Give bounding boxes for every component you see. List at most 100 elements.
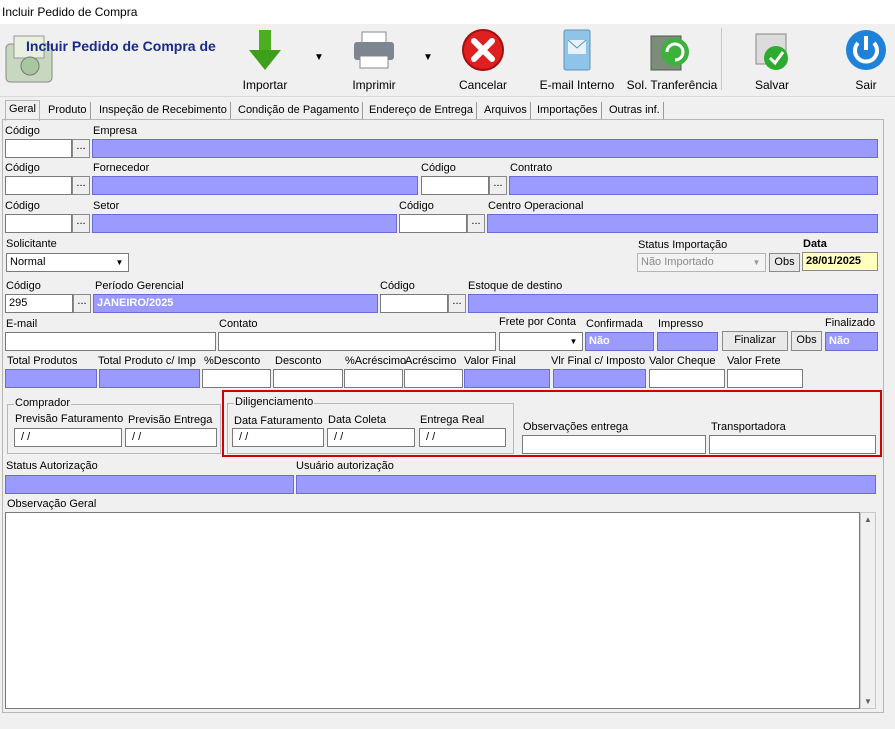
observacoes-entrega-label: Observações entrega: [523, 421, 629, 433]
tab-importacoes[interactable]: Importações: [534, 102, 602, 120]
fornecedor-label: Fornecedor: [93, 162, 150, 174]
observacao-scrollbar[interactable]: ▲ ▼: [860, 512, 876, 709]
valor-cheque-input[interactable]: [649, 369, 725, 388]
contrato-label: Contrato: [510, 162, 553, 174]
pct-desconto-input[interactable]: [202, 369, 271, 388]
print-button[interactable]: Imprimir: [340, 24, 408, 96]
contrato-lookup-button[interactable]: ...: [489, 176, 507, 195]
tab-geral[interactable]: Geral: [5, 100, 40, 121]
contrato-code-input[interactable]: [421, 176, 489, 195]
data-faturamento-label: Data Faturamento: [234, 415, 323, 427]
tab-condicao-pagamento[interactable]: Condição de Pagamento: [235, 102, 364, 120]
empresa-lookup-button[interactable]: ...: [72, 139, 90, 158]
finalizado-field: Não: [825, 332, 878, 351]
save-button[interactable]: Salvar: [740, 24, 804, 96]
total-produto-imp-label: Total Produto c/ Imp: [98, 355, 196, 367]
previsao-entrega-input[interactable]: / /: [125, 428, 217, 447]
setor-code-input[interactable]: [5, 214, 72, 233]
frete-select[interactable]: ▼: [499, 332, 583, 351]
transfer-icon: [650, 35, 689, 71]
empresa-code-input[interactable]: [5, 139, 72, 158]
total-produtos-field: [5, 369, 97, 388]
data-coleta-input[interactable]: / /: [327, 428, 415, 447]
comprador-title: Comprador: [14, 397, 72, 409]
centro-operacional-field: [487, 214, 878, 233]
import-button[interactable]: Importar: [235, 24, 295, 96]
vlr-final-imposto-field: [553, 369, 646, 388]
previsao-faturamento-input[interactable]: / /: [14, 428, 122, 447]
tab-produto[interactable]: Produto: [45, 102, 91, 120]
toolbar: Incluir Pedido de Compra de Importar ▼ I…: [0, 24, 895, 97]
print-dropdown-icon[interactable]: ▼: [423, 52, 433, 63]
contato-input[interactable]: [218, 332, 496, 351]
estoque-lookup-button[interactable]: ...: [448, 294, 466, 313]
acrescimo-input[interactable]: [404, 369, 463, 388]
import-dropdown-icon[interactable]: ▼: [314, 52, 324, 63]
pct-desconto-label: %Desconto: [204, 355, 261, 367]
email-button[interactable]: E-mail Interno: [536, 24, 618, 96]
estoque-destino-field: [468, 294, 878, 313]
confirmada-label: Confirmada: [586, 318, 643, 330]
status-importacao-label: Status Importação: [638, 239, 728, 251]
scroll-up-icon[interactable]: ▲: [864, 515, 872, 524]
transportadora-input[interactable]: [709, 435, 876, 454]
estoque-code-label: Código: [380, 280, 415, 292]
valor-frete-input[interactable]: [727, 369, 803, 388]
power-icon: [846, 30, 886, 70]
transfer-request-label: Sol. Tranferência: [626, 78, 718, 92]
periodo-code-label: Código: [6, 280, 41, 292]
observacao-geral-label: Observação Geral: [7, 498, 97, 510]
exit-button[interactable]: Sair: [836, 24, 895, 96]
fornecedor-lookup-button[interactable]: ...: [72, 176, 90, 195]
tab-outras-inf[interactable]: Outras inf.: [606, 102, 664, 120]
save-icon: [755, 33, 788, 70]
observacoes-entrega-input[interactable]: [522, 435, 706, 454]
entrega-real-input[interactable]: / /: [419, 428, 506, 447]
observacao-geral-textarea[interactable]: [5, 512, 860, 709]
empresa-field: [92, 139, 878, 158]
fornecedor-field: [92, 176, 418, 195]
frete-label: Frete por Conta: [499, 316, 577, 328]
data-field[interactable]: 28/01/2025: [802, 252, 878, 271]
scroll-down-icon[interactable]: ▼: [864, 697, 872, 706]
tab-endereco-entrega[interactable]: Endereço de Entrega: [366, 102, 477, 120]
contato-label: Contato: [219, 318, 258, 330]
centro-operacional-label: Centro Operacional: [488, 200, 584, 212]
cancel-button[interactable]: Cancelar: [452, 24, 514, 96]
periodo-lookup-button[interactable]: ...: [73, 294, 91, 313]
title-bar: Incluir Pedido de Compra: [0, 0, 895, 24]
periodo-code-input[interactable]: 295: [5, 294, 73, 313]
pct-acrescimo-label: %Acréscimo: [345, 355, 407, 367]
tab-inspecao[interactable]: Inspeção de Recebimento: [96, 102, 231, 120]
total-produtos-label: Total Produtos: [7, 355, 78, 367]
solicitante-select[interactable]: Normal ▼: [6, 253, 129, 272]
status-autorizacao-label: Status Autorização: [6, 460, 98, 472]
finalizar-button[interactable]: Finalizar: [722, 331, 788, 351]
desconto-input[interactable]: [273, 369, 343, 388]
status-obs-button[interactable]: Obs: [769, 253, 800, 272]
transfer-request-button[interactable]: Sol. Tranferência: [625, 24, 719, 96]
email-label-field: E-mail: [6, 318, 38, 330]
setor-field: [92, 214, 397, 233]
page-heading: Incluir Pedido de Compra de: [26, 38, 216, 54]
finalizado-obs-button[interactable]: Obs: [791, 331, 822, 351]
estoque-code-input[interactable]: [380, 294, 448, 313]
chevron-down-icon: ▼: [752, 258, 761, 267]
print-label: Imprimir: [352, 78, 396, 92]
vlr-final-imposto-label: Vlr Final c/ Imposto: [551, 355, 646, 367]
email-input[interactable]: [5, 332, 216, 351]
periodo-gerencial-label: Período Gerencial: [95, 280, 184, 292]
tab-arquivos[interactable]: Arquivos: [481, 102, 531, 120]
setor-lookup-button[interactable]: ...: [72, 214, 90, 233]
centro-lookup-button[interactable]: ...: [467, 214, 485, 233]
pct-acrescimo-input[interactable]: [344, 369, 403, 388]
tab-strip: Geral Produto Inspeção de Recebimento Co…: [0, 100, 895, 121]
previsao-entrega-label: Previsão Entrega: [128, 414, 213, 426]
valor-cheque-label: Valor Cheque: [649, 355, 716, 367]
contrato-code-label: Código: [421, 162, 456, 174]
centro-code-input[interactable]: [399, 214, 467, 233]
chevron-down-icon: ▼: [569, 337, 578, 346]
save-label: Salvar: [754, 78, 789, 92]
data-faturamento-input[interactable]: / /: [232, 428, 324, 447]
fornecedor-code-input[interactable]: [5, 176, 72, 195]
